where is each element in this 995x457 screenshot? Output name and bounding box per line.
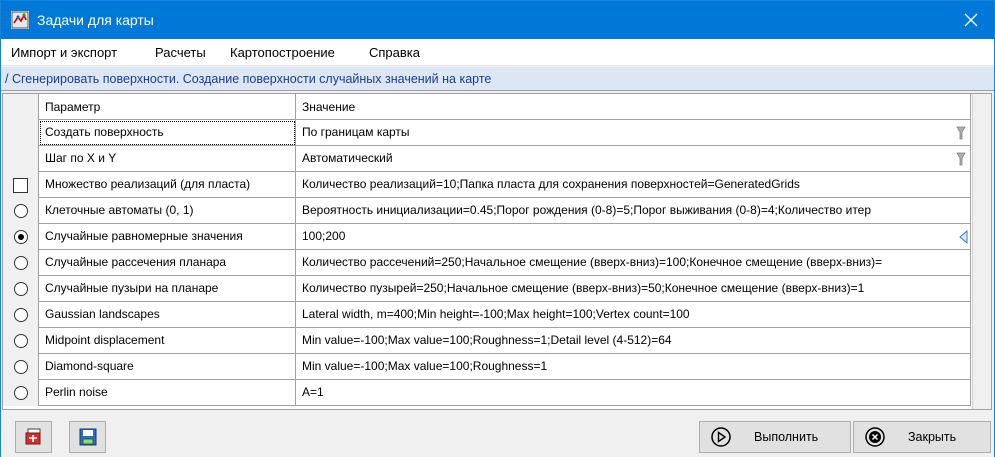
row-selector[interactable]: [3, 276, 39, 302]
row-selector[interactable]: [3, 380, 39, 406]
value-text: 100;200: [302, 229, 346, 243]
menu-help[interactable]: Справка: [369, 44, 420, 61]
header-param: Параметр: [39, 94, 296, 120]
param-cell[interactable]: Шаг по X и Y: [39, 146, 296, 172]
table-row[interactable]: Шаг по X и Y Автоматический: [3, 146, 971, 172]
param-cell[interactable]: Множество реализаций (для пласта): [39, 172, 296, 198]
param-cell[interactable]: Случайные пузыри на планаре: [39, 276, 296, 302]
row-selector[interactable]: [3, 224, 39, 250]
param-cell[interactable]: Gaussian landscapes: [39, 302, 296, 328]
header-value: Значение: [296, 94, 971, 120]
menu-mapping[interactable]: Картопостроение: [230, 44, 335, 61]
edit-pointer-icon[interactable]: [958, 230, 968, 244]
table-row[interactable]: Случайные равномерные значения 100;200: [3, 224, 971, 250]
value-cell[interactable]: Количество рассечений=250;Начальное смещ…: [296, 250, 971, 276]
window-title: Задачи для карты: [37, 12, 154, 28]
table-row[interactable]: Gaussian landscapes Lateral width, m=400…: [3, 302, 971, 328]
dropdown-arrow-icon[interactable]: [956, 126, 966, 140]
table-row[interactable]: Diamond-square Min value=-100;Max value=…: [3, 354, 971, 380]
row-selector[interactable]: [3, 120, 39, 146]
table-row[interactable]: Случайные рассечения планара Количество …: [3, 250, 971, 276]
method-radio[interactable]: [13, 282, 28, 296]
row-selector[interactable]: [3, 198, 39, 224]
cancel-circle-icon: [865, 427, 885, 447]
method-radio-selected[interactable]: [13, 230, 28, 244]
table-row[interactable]: Создать поверхность По границам карты: [3, 120, 971, 146]
method-radio[interactable]: [13, 360, 28, 374]
value-cell[interactable]: Lateral width, m=400;Min height=-100;Max…: [296, 302, 971, 328]
menu-calculations[interactable]: Расчеты: [155, 44, 206, 61]
method-radio[interactable]: [13, 334, 28, 348]
value-text: Автоматический: [302, 151, 393, 165]
map-tasks-icon: [11, 11, 29, 29]
run-label: Выполнить: [754, 430, 819, 444]
row-selector[interactable]: [3, 328, 39, 354]
table-row[interactable]: Множество реализаций (для пласта) Количе…: [3, 172, 971, 198]
value-cell[interactable]: Вероятность инициализации=0.45;Порог рож…: [296, 198, 971, 224]
export-layer-icon: [25, 428, 40, 445]
value-cell[interactable]: По границам карты: [296, 120, 971, 146]
row-selector[interactable]: [3, 354, 39, 380]
save-disk-icon: [79, 428, 96, 446]
value-cell[interactable]: Количество реализаций=10;Папка пласта дл…: [296, 172, 971, 198]
param-cell[interactable]: Случайные равномерные значения: [39, 224, 296, 250]
run-button[interactable]: Выполнить: [699, 421, 851, 453]
task-window: Задачи для карты Импорт и экспорт Расчет…: [0, 0, 995, 457]
play-circle-icon: [711, 427, 731, 447]
close-icon: [964, 13, 978, 27]
row-selector[interactable]: [3, 302, 39, 328]
close-label: Закрыть: [908, 430, 957, 444]
table-row[interactable]: Случайные пузыри на планаре Количество п…: [3, 276, 971, 302]
grid-header: Параметр Значение: [3, 94, 971, 120]
title-bar: Задачи для карты: [1, 1, 994, 39]
table-row[interactable]: Клеточные автоматы (0, 1) Вероятность ин…: [3, 198, 971, 224]
menu-bar: Импорт и экспорт Расчеты Картопостроение…: [1, 39, 994, 66]
method-radio[interactable]: [13, 308, 28, 322]
method-radio[interactable]: [13, 204, 28, 218]
method-radio[interactable]: [13, 256, 28, 270]
table-row[interactable]: Midpoint displacement Min value=-100;Max…: [3, 328, 971, 354]
table-row[interactable]: Perlin noise A=1: [3, 380, 971, 406]
value-cell[interactable]: Min value=-100;Max value=100;Roughness=1…: [296, 328, 971, 354]
export-layer-button[interactable]: [15, 421, 52, 453]
row-selector[interactable]: [3, 146, 39, 172]
param-cell[interactable]: Perlin noise: [39, 380, 296, 406]
param-cell[interactable]: Создать поверхность: [39, 120, 296, 146]
window-close-button[interactable]: [948, 1, 994, 39]
bottom-toolbar: Выполнить Закрыть: [1, 411, 994, 457]
value-cell[interactable]: A=1: [296, 380, 971, 406]
realizations-checkbox[interactable]: [13, 177, 28, 193]
row-selector[interactable]: [3, 172, 39, 198]
value-cell[interactable]: Автоматический: [296, 146, 971, 172]
header-selector: [3, 94, 39, 120]
save-button[interactable]: [69, 421, 106, 453]
value-text: По границам карты: [302, 125, 410, 139]
value-cell[interactable]: 100;200: [296, 224, 971, 250]
vertical-scrollbar[interactable]: [972, 94, 991, 409]
param-cell[interactable]: Diamond-square: [39, 354, 296, 380]
breadcrumb: / Сгенерировать поверхности. Создание по…: [1, 67, 994, 91]
param-cell[interactable]: Случайные рассечения планара: [39, 250, 296, 276]
close-button[interactable]: Закрыть: [853, 421, 991, 453]
value-cell[interactable]: Min value=-100;Max value=100;Roughness=1: [296, 354, 971, 380]
dropdown-arrow-icon[interactable]: [956, 152, 966, 166]
menu-import-export[interactable]: Импорт и экспорт: [11, 44, 117, 61]
parameters-grid: Параметр Значение Создать поверхность По…: [2, 93, 992, 410]
param-cell[interactable]: Midpoint displacement: [39, 328, 296, 354]
method-radio[interactable]: [13, 386, 28, 400]
value-cell[interactable]: Количество пузырей=250;Начальное смещени…: [296, 276, 971, 302]
param-cell[interactable]: Клеточные автоматы (0, 1): [39, 198, 296, 224]
row-selector[interactable]: [3, 250, 39, 276]
